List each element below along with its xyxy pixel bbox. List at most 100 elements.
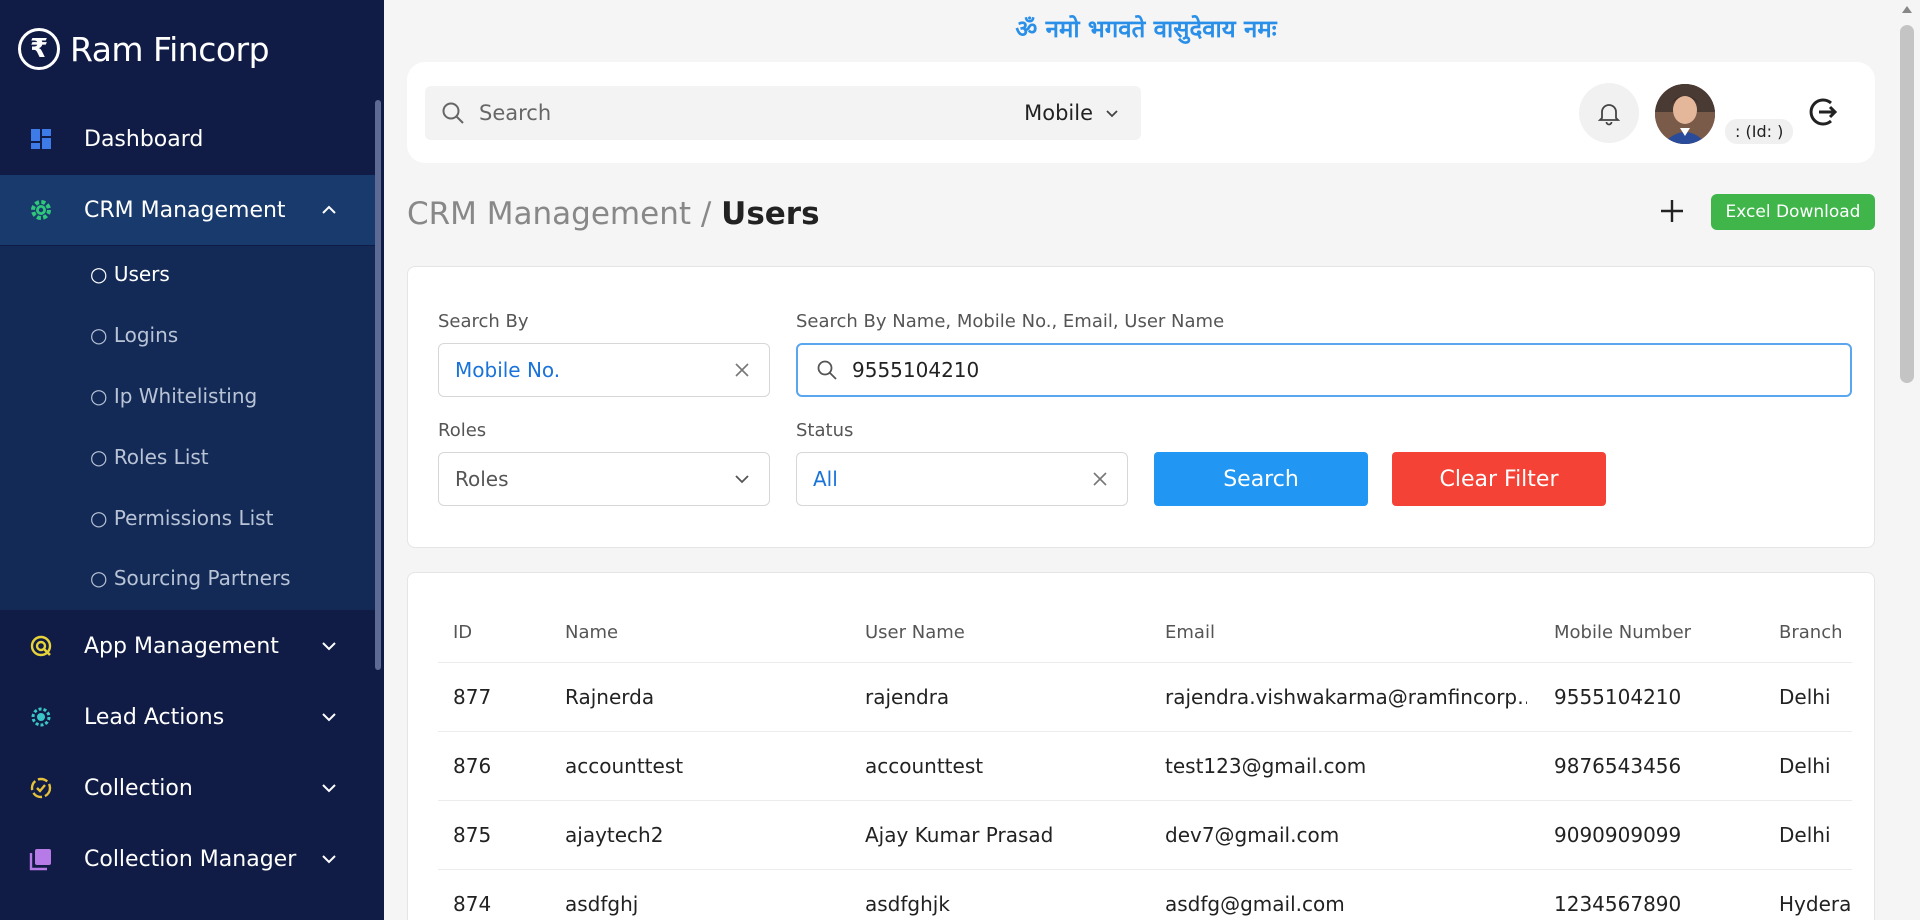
- page-title: Users: [721, 196, 820, 232]
- chevron-up-icon: [322, 205, 336, 214]
- cell-email: rajendra.vishwakarma@ramfincorp…: [1165, 685, 1527, 709]
- chevron-down-icon: [322, 855, 336, 864]
- column-header-id[interactable]: ID: [453, 622, 472, 643]
- table-row[interactable]: 875 ajaytech2 Ajay Kumar Prasad dev7@gma…: [438, 800, 1852, 869]
- roles-select[interactable]: Roles: [438, 452, 770, 506]
- brand-name: Ram Fincorp: [70, 29, 270, 69]
- submenu-item-permissions-list[interactable]: ○ Permissions List: [90, 506, 273, 530]
- clear-icon[interactable]: [1091, 470, 1109, 488]
- sidebar-item-label: Lead Actions: [84, 704, 225, 730]
- search-by-select[interactable]: Mobile No.: [438, 343, 770, 397]
- cell-email: test123@gmail.com: [1165, 754, 1367, 778]
- global-search-input[interactable]: Search: [479, 101, 1024, 125]
- cell-name: Rajnerda: [565, 685, 655, 709]
- column-header-branch[interactable]: Branch: [1779, 622, 1852, 643]
- clear-filter-button[interactable]: Clear Filter: [1392, 452, 1606, 506]
- column-header-name[interactable]: Name: [565, 622, 618, 643]
- cell-mobile: 9555104210: [1554, 685, 1682, 709]
- sidebar-item-crm-management[interactable]: CRM Management: [0, 175, 375, 245]
- roles-value: Roles: [455, 467, 509, 491]
- filter-panel: Search By Mobile No. Search By Name, Mob…: [407, 266, 1875, 548]
- search-by-label: Search By: [438, 311, 529, 332]
- search-button[interactable]: Search: [1154, 452, 1368, 506]
- table-row[interactable]: 877 Rajnerda rajendra rajendra.vishwakar…: [438, 662, 1852, 731]
- users-table: ID Name User Name Email Mobile Number Br…: [407, 572, 1875, 920]
- chevron-down-icon: [735, 475, 749, 484]
- rupee-logo-icon: ₹: [18, 28, 60, 70]
- submenu-item-sourcing-partners[interactable]: ○ Sourcing Partners: [90, 566, 291, 590]
- avatar[interactable]: [1655, 84, 1715, 144]
- cell-user-name: rajendra: [865, 685, 950, 709]
- cell-branch: Delhi: [1779, 685, 1831, 709]
- page-scrollbar[interactable]: [1900, 25, 1914, 383]
- sidebar-item-dashboard[interactable]: Dashboard: [0, 104, 375, 174]
- column-header-user-name[interactable]: User Name: [865, 622, 965, 643]
- top-bar: Search Mobile : (Id: ): [407, 62, 1875, 163]
- cell-branch: Delhi: [1779, 823, 1831, 847]
- table-row[interactable]: 874 asdfghj asdfghjk asdfg@gmail.com 123…: [438, 869, 1852, 920]
- cell-email: dev7@gmail.com: [1165, 823, 1340, 847]
- sidebar-item-label: Collection: [84, 775, 193, 801]
- lead-icon: [28, 704, 54, 730]
- mantra-banner: ॐ नमो भगवते वासुदेवाय नमः: [1015, 15, 1277, 43]
- cell-branch: Delhi: [1779, 754, 1831, 778]
- notifications-button[interactable]: [1579, 83, 1639, 143]
- search-query-field[interactable]: 9555104210: [796, 343, 1852, 397]
- column-header-mobile[interactable]: Mobile Number: [1554, 622, 1691, 643]
- sidebar-item-app-management[interactable]: App Management: [0, 611, 375, 681]
- status-label: Status: [796, 420, 854, 441]
- chevron-down-icon: [322, 784, 336, 793]
- status-select[interactable]: All: [796, 452, 1128, 506]
- sidebar: ₹ Ram Fincorp Dashboard CRM Management ○…: [0, 0, 384, 920]
- cell-id: 877: [453, 685, 492, 709]
- excel-download-button[interactable]: Excel Download: [1711, 194, 1875, 230]
- cell-user-name: asdfghjk: [865, 892, 950, 916]
- sidebar-item-lead-actions[interactable]: Lead Actions: [0, 682, 375, 752]
- submenu-item-ip-whitelisting[interactable]: ○ Ip Whitelisting: [90, 384, 257, 408]
- cell-id: 874: [453, 892, 492, 916]
- sidebar-item-label: Dashboard: [84, 126, 204, 152]
- search-by-value: Mobile No.: [455, 358, 561, 382]
- submenu-item-roles-list[interactable]: ○ Roles List: [90, 445, 209, 469]
- sidebar-scrollbar[interactable]: [375, 100, 381, 670]
- collection-icon: [28, 775, 54, 801]
- clear-icon[interactable]: [733, 361, 751, 379]
- table-row[interactable]: 876 accounttest accounttest test123@gmai…: [438, 731, 1852, 800]
- breadcrumb: CRM Management / Users: [407, 196, 820, 232]
- cell-id: 875: [453, 823, 492, 847]
- app-icon: [28, 633, 54, 659]
- search-icon: [817, 360, 837, 380]
- cell-email: asdfg@gmail.com: [1165, 892, 1345, 916]
- cell-user-name: accounttest: [865, 754, 984, 778]
- column-header-email[interactable]: Email: [1165, 622, 1215, 643]
- breadcrumb-separator: /: [691, 196, 722, 232]
- submenu-item-users[interactable]: ○ Users: [90, 262, 170, 286]
- cell-mobile: 9090909099: [1554, 823, 1682, 847]
- global-search[interactable]: Search Mobile: [425, 86, 1141, 140]
- bell-icon: [1597, 104, 1621, 126]
- chevron-down-icon: [322, 642, 336, 651]
- crm-submenu: ○ Users ○ Logins ○ Ip Whitelisting ○ Rol…: [0, 246, 375, 610]
- add-user-button[interactable]: [1657, 196, 1687, 226]
- chevron-down-icon: [322, 713, 336, 722]
- sidebar-item-label: App Management: [84, 633, 279, 659]
- user-id-badge: : (Id: ): [1725, 119, 1794, 144]
- cell-name: accounttest: [565, 754, 684, 778]
- sidebar-item-collection-manager[interactable]: Collection Manager: [0, 824, 375, 894]
- cell-id: 876: [453, 754, 492, 778]
- breadcrumb-parent[interactable]: CRM Management: [407, 196, 691, 232]
- search-icon: [442, 102, 464, 124]
- cell-branch: Hyderabad: [1779, 892, 1852, 916]
- cell-name: asdfghj: [565, 892, 639, 916]
- search-type-select[interactable]: Mobile: [1024, 101, 1093, 125]
- logout-icon[interactable]: [1805, 95, 1839, 129]
- sidebar-item-label: CRM Management: [84, 197, 286, 223]
- search-query-value: 9555104210: [852, 358, 980, 382]
- submenu-item-logins[interactable]: ○ Logins: [90, 323, 178, 347]
- dashboard-icon: [28, 126, 54, 152]
- scroll-up-arrow-icon[interactable]: [1902, 6, 1912, 13]
- sidebar-item-collection[interactable]: Collection: [0, 753, 375, 823]
- chevron-down-icon[interactable]: [1103, 104, 1121, 122]
- sidebar-item-label: Collection Manager: [84, 846, 297, 872]
- brand[interactable]: ₹ Ram Fincorp: [18, 28, 270, 70]
